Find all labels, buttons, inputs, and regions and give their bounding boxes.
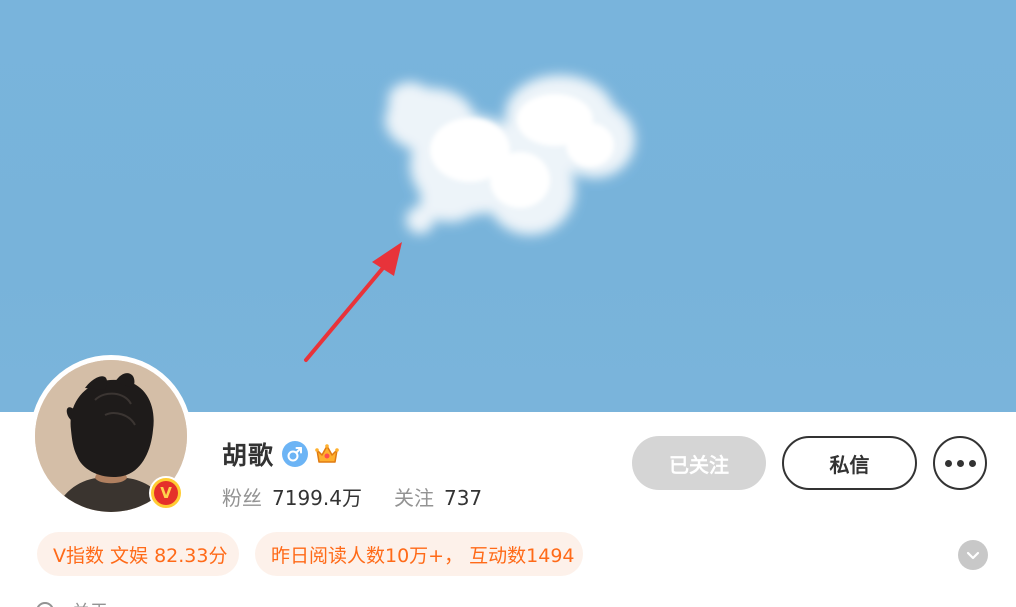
followed-button[interactable]: 已关注 (632, 436, 766, 490)
user-name: 胡歌 (222, 441, 275, 470)
cover-banner (0, 0, 1016, 412)
expand-button[interactable] (958, 540, 988, 570)
following-count[interactable]: 737 (444, 486, 482, 510)
more-dots-icon (944, 459, 976, 467)
crown-icon[interactable] (314, 441, 340, 467)
message-button[interactable]: 私信 (782, 436, 917, 490)
cover-sky-image (304, 75, 635, 362)
verified-badge: V (149, 476, 183, 510)
name-row: 胡歌 (222, 436, 340, 472)
info-icon (36, 602, 54, 607)
male-icon (282, 441, 309, 467)
more-button[interactable] (933, 436, 987, 490)
stats-row: 粉丝 7199.4万 关注 737 (222, 482, 482, 511)
chevron-down-icon (966, 551, 980, 560)
fans-count[interactable]: 7199.4万 (272, 482, 362, 511)
about-row: 关于 (36, 598, 108, 607)
profile-page: V 胡歌 粉丝 7199.4万 关注 737 已关注 私信 V指数 文娱 82.… (0, 0, 1016, 607)
v-index-tag[interactable]: V指数 文娱 82.33分 (37, 532, 239, 576)
about-label: 关于 (72, 598, 108, 607)
following-label[interactable]: 关注 (394, 482, 434, 511)
reading-stats-tag[interactable]: 昨日阅读人数10万+， 互动数1494 (255, 532, 583, 576)
red-arrow (304, 242, 402, 362)
fans-label[interactable]: 粉丝 (222, 482, 262, 511)
verified-v-icon: V (154, 481, 178, 505)
